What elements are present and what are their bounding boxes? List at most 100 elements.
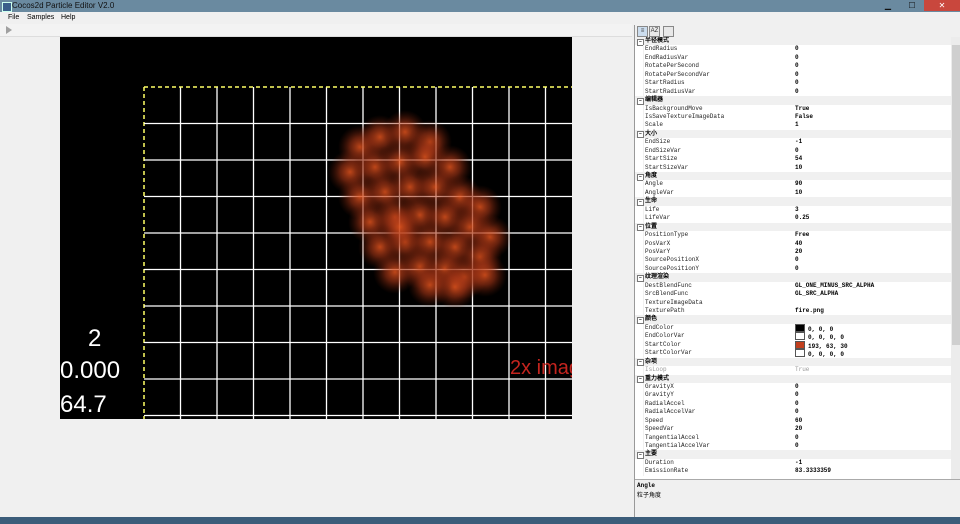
property-row[interactable]: EndRadius 0 — [635, 45, 960, 54]
property-value[interactable]: 0 — [795, 434, 955, 442]
property-value[interactable]: True — [795, 366, 955, 374]
property-row[interactable]: IsBackgroundMove True — [635, 104, 960, 113]
maximize-button[interactable]: ☐ — [900, 0, 924, 11]
property-value[interactable]: 0 — [795, 442, 955, 450]
property-row[interactable]: EndRadiusVar 0 — [635, 53, 960, 63]
property-row[interactable]: SrcBlendFunc GL_SRC_ALPHA — [635, 290, 960, 299]
alphabetical-icon[interactable]: AZ — [649, 26, 660, 37]
collapse-icon[interactable]: − — [637, 97, 644, 105]
property-value[interactable]: 20 — [795, 248, 955, 256]
category-row[interactable]: − 主要 — [635, 450, 960, 459]
particle-preview[interactable]: 2 0.000 64.7 2x imag — [60, 37, 572, 419]
property-row[interactable]: RotatePerSecondVar 0 — [635, 70, 960, 80]
property-row[interactable]: LifeVar 0.25 — [635, 214, 960, 223]
property-value[interactable]: 54 — [795, 155, 955, 163]
menu-help[interactable]: Help — [61, 12, 75, 24]
property-row[interactable]: Speed 60 — [635, 416, 960, 426]
collapse-icon[interactable]: − — [637, 224, 644, 232]
property-row[interactable]: EndColor 0, 0, 0 — [635, 323, 960, 333]
property-value[interactable]: 10 — [795, 189, 955, 197]
property-row[interactable]: StartRadiusVar 0 — [635, 87, 960, 97]
property-value[interactable]: 0 — [795, 79, 955, 87]
property-row[interactable]: TexturePath fire.png — [635, 307, 960, 316]
property-value[interactable]: 0 — [795, 147, 955, 155]
property-value[interactable]: 10 — [795, 164, 955, 172]
property-row[interactable]: EndSizeVar 0 — [635, 146, 960, 156]
property-value[interactable]: True — [795, 105, 955, 113]
property-value[interactable]: 0 — [795, 383, 955, 391]
property-row[interactable]: TextureImageData — [635, 298, 960, 308]
property-row[interactable]: EmissionRate 83.3333359 — [635, 467, 960, 476]
property-row[interactable]: Scale 1 — [635, 121, 960, 130]
collapse-icon[interactable]: − — [637, 359, 644, 367]
property-row[interactable]: DestBlendFunc GL_ONE_MINUS_SRC_ALPHA — [635, 281, 960, 291]
category-row[interactable]: − 角度 — [635, 172, 960, 181]
property-row[interactable]: Angle 90 — [635, 180, 960, 189]
property-row[interactable]: RotatePerSecond 0 — [635, 62, 960, 71]
property-pages-icon[interactable] — [663, 26, 674, 37]
property-value[interactable]: Free — [795, 231, 955, 239]
property-value[interactable]: 20 — [795, 425, 955, 433]
property-value[interactable]: 0.25 — [795, 214, 955, 222]
property-value[interactable]: fire.png — [795, 307, 955, 315]
property-row[interactable]: PosVarX 40 — [635, 239, 960, 248]
collapse-icon[interactable]: − — [637, 173, 644, 181]
property-value[interactable]: 0 — [795, 265, 955, 273]
property-value[interactable]: GL_ONE_MINUS_SRC_ALPHA — [795, 282, 955, 290]
property-value[interactable]: 3 — [795, 206, 955, 214]
property-row[interactable]: GravityY 0 — [635, 391, 960, 400]
category-row[interactable]: − 半径模式 — [635, 37, 960, 46]
property-row[interactable]: Duration -1 — [635, 458, 960, 468]
category-row[interactable]: − 颜色 — [635, 315, 960, 324]
property-value[interactable]: 0 — [795, 45, 955, 53]
property-row[interactable]: TangentialAccel 0 — [635, 433, 960, 443]
collapse-icon[interactable]: − — [637, 131, 644, 139]
property-row[interactable]: StartSize 54 — [635, 155, 960, 164]
property-value[interactable]: GL_SRC_ALPHA — [795, 290, 955, 298]
property-row[interactable]: AngleVar 10 — [635, 188, 960, 198]
property-row[interactable]: RadialAccelVar 0 — [635, 408, 960, 417]
property-value[interactable]: 0 — [795, 391, 955, 399]
menu-file[interactable]: File — [8, 12, 19, 24]
property-value[interactable]: 60 — [795, 417, 955, 425]
play-icon[interactable] — [6, 26, 12, 34]
category-row[interactable]: − 编辑器 — [635, 96, 960, 105]
property-value[interactable]: 1 — [795, 121, 955, 129]
property-value[interactable]: 83.3333359 — [795, 467, 955, 475]
property-row[interactable]: IsLoop True — [635, 366, 960, 375]
collapse-icon[interactable]: − — [637, 376, 644, 383]
property-scrollbar[interactable] — [951, 37, 960, 503]
property-row[interactable]: StartRadius 0 — [635, 79, 960, 88]
collapse-icon[interactable]: − — [637, 198, 644, 206]
property-row[interactable]: Life 3 — [635, 205, 960, 215]
collapse-icon[interactable]: − — [637, 451, 644, 459]
property-value[interactable]: 90 — [795, 180, 955, 188]
property-row[interactable]: PositionType Free — [635, 231, 960, 240]
minimize-button[interactable]: ▁ — [876, 0, 900, 11]
property-row[interactable]: RadialAccel 0 — [635, 399, 960, 409]
property-value[interactable]: 0 — [795, 256, 955, 264]
property-value[interactable]: 0 — [795, 54, 955, 62]
scrollbar-thumb[interactable] — [952, 45, 960, 345]
category-row[interactable]: − 位置 — [635, 222, 960, 232]
property-row[interactable]: TangentialAccelVar 0 — [635, 442, 960, 451]
property-row[interactable]: StartColorVar 0, 0, 0, 0 — [635, 349, 960, 358]
property-value[interactable]: 0 — [795, 88, 955, 96]
category-row[interactable]: − 生命 — [635, 197, 960, 206]
category-row[interactable]: − 大小 — [635, 129, 960, 139]
property-row[interactable]: EndSize -1 — [635, 138, 960, 147]
close-button[interactable]: ✕ — [924, 0, 960, 11]
property-value[interactable]: -1 — [795, 459, 955, 467]
property-row[interactable]: IsSaveTextureImageData False — [635, 112, 960, 122]
collapse-icon[interactable]: − — [637, 316, 644, 324]
property-value[interactable]: 0 — [795, 62, 955, 70]
menu-samples[interactable]: Samples — [27, 12, 54, 24]
property-row[interactable]: StartSizeVar 10 — [635, 163, 960, 173]
property-value[interactable]: 40 — [795, 240, 955, 248]
category-row[interactable]: − 纹理渲染 — [635, 273, 960, 282]
category-row[interactable]: − 杂项 — [635, 357, 960, 367]
categorized-icon[interactable]: ≡ — [637, 26, 648, 37]
collapse-icon[interactable]: − — [637, 38, 644, 46]
property-value[interactable]: 0 — [795, 400, 955, 408]
category-row[interactable]: − 重力模式 — [635, 374, 960, 383]
